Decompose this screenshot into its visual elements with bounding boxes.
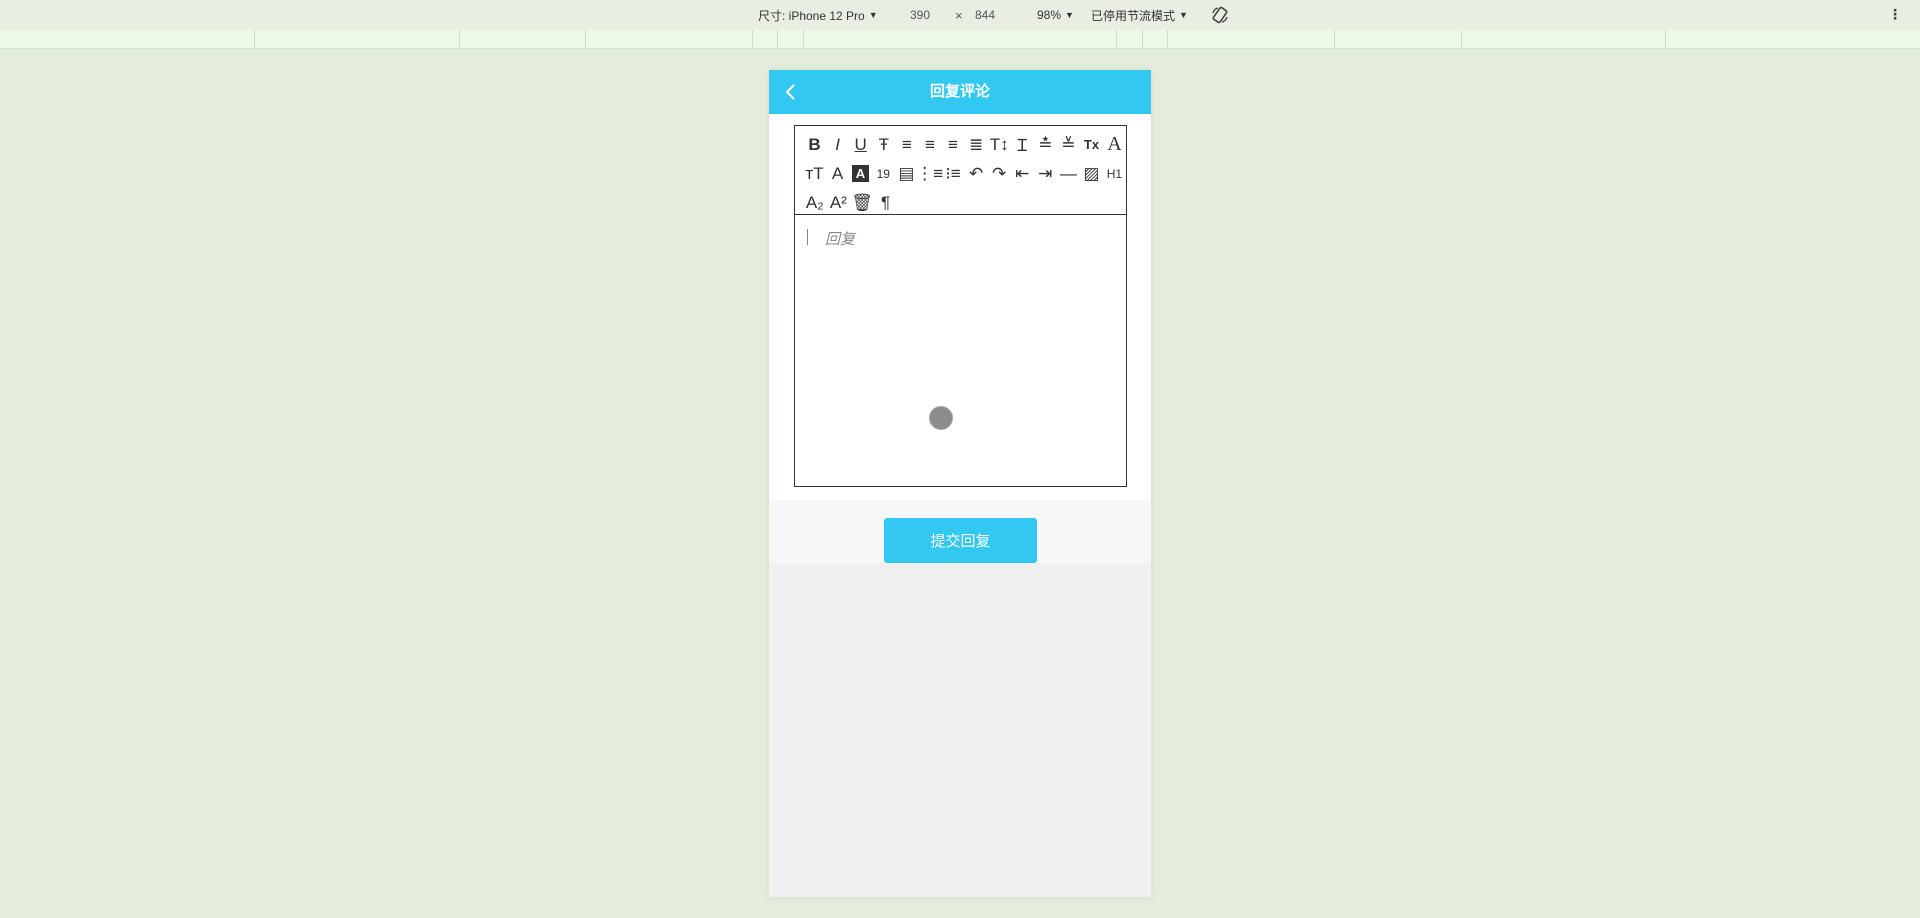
font-icon[interactable]: A xyxy=(1103,132,1126,158)
justify-icon[interactable]: ≣ xyxy=(965,132,988,158)
ruler-tick xyxy=(1461,30,1462,48)
media-query-ruler xyxy=(0,30,1920,49)
background-color-icon[interactable]: A xyxy=(852,165,869,182)
editor-placeholder: 回复 xyxy=(825,231,856,248)
text-cursor xyxy=(807,229,808,245)
outdent-icon[interactable]: ⇤ xyxy=(1011,161,1034,187)
page-title: 回复评论 xyxy=(929,83,990,100)
ruler-tick xyxy=(803,30,804,48)
indent-icon[interactable]: ⇥ xyxy=(1034,161,1057,187)
ruler-tick xyxy=(1665,30,1666,48)
undo-icon[interactable]: ↶ xyxy=(965,161,988,187)
header-bar: 回复评论 xyxy=(769,70,1151,114)
delete-icon[interactable]: 🗑 xyxy=(850,190,874,216)
toolbar-row: тT A A 19 ▤ ⋮≡ ⁝≡ ↶ ↷ ⇤ ⇥ — ▨ H1 xyxy=(803,159,1126,188)
heading-1-icon[interactable]: H1 xyxy=(1103,161,1126,187)
insert-image-icon[interactable]: ▨ xyxy=(1080,161,1103,187)
ruler-tick xyxy=(585,30,586,48)
horizontal-rule-icon[interactable]: — xyxy=(1057,161,1080,187)
throttle-label: 已停用节流模式 xyxy=(1091,8,1176,23)
zoom-label: 98% xyxy=(1037,8,1062,22)
underline-icon[interactable]: U xyxy=(849,132,872,158)
superscript-icon[interactable]: A² xyxy=(827,190,851,216)
ruler-tick xyxy=(1116,30,1117,48)
rich-text-editor: B I U Ŧ ≡ ≡ ≡ ≣ T↕ Ɪ ≛ ≚ Tx AтT A A 19 ▤ ⋮≡ ⁝≡ ↶ ↷ ⇤ ⇥ — ▨ H1 A₂ A² 🗑… xyxy=(794,125,1127,487)
clear-format-icon[interactable]: Tx xyxy=(1080,132,1103,158)
ruler-tick xyxy=(777,30,778,48)
align-center-icon[interactable]: ≡ xyxy=(918,132,941,158)
ruler-tick xyxy=(1142,30,1143,48)
insert-date-icon[interactable]: 19 xyxy=(872,161,895,187)
text-cursor-icon[interactable]: Ɪ xyxy=(1011,132,1034,158)
paragraph-spacing-icon[interactable]: ≚ xyxy=(1057,132,1080,158)
ruler-tick xyxy=(459,30,460,48)
bold-icon[interactable]: B xyxy=(803,132,826,158)
throttle-selector[interactable]: 已停用节流模式 ▼ xyxy=(1091,0,1188,30)
caret-down-icon: ▼ xyxy=(1179,10,1188,20)
font-family-icon[interactable]: тT xyxy=(803,161,826,187)
ruler-tick xyxy=(1334,30,1335,48)
font-color-icon[interactable]: A xyxy=(826,161,849,187)
editor-toolbar: B I U Ŧ ≡ ≡ ≡ ≣ T↕ Ɪ ≛ ≚ Tx AтT A A 19 ▤ ⋮≡ ⁝≡ ↶ ↷ ⇤ ⇥ — ▨ H1 A₂ A² 🗑… xyxy=(795,126,1126,215)
touch-cursor-indicator xyxy=(929,406,953,430)
strikethrough-icon[interactable]: Ŧ xyxy=(872,132,895,158)
zoom-selector[interactable]: 98% ▼ xyxy=(1037,0,1074,30)
insert-time-icon[interactable]: ▤ xyxy=(895,161,918,187)
more-options-icon[interactable]: ⋮ xyxy=(1888,6,1902,23)
toolbar-row: A₂ A² 🗑 ¶ xyxy=(803,188,1126,217)
editor-section: B I U Ŧ ≡ ≡ ≡ ≣ T↕ Ɪ ≛ ≚ Tx AтT A A 19 ▤ ⋮≡ ⁝≡ ↶ ↷ ⇤ ⇥ — ▨ H1 A₂ A² 🗑… xyxy=(769,114,1151,500)
ordered-list-icon[interactable]: ⋮≡ xyxy=(916,161,943,187)
device-selector[interactable]: 尺寸: iPhone 12 Pro ▼ xyxy=(758,0,878,30)
submit-section: 提交回复 xyxy=(769,500,1151,563)
align-left-icon[interactable]: ≡ xyxy=(895,132,918,158)
height-input[interactable]: 844 xyxy=(975,8,995,22)
caret-down-icon: ▼ xyxy=(868,10,878,20)
ruler-tick xyxy=(1167,30,1168,48)
line-height-icon[interactable]: ≛ xyxy=(1034,132,1057,158)
align-right-icon[interactable]: ≡ xyxy=(941,132,964,158)
italic-icon[interactable]: I xyxy=(826,132,849,158)
subscript-icon[interactable]: A₂ xyxy=(803,190,827,216)
caret-down-icon: ▼ xyxy=(1065,10,1074,20)
unordered-list-icon[interactable]: ⁝≡ xyxy=(941,161,964,187)
ruler-tick xyxy=(752,30,753,48)
font-size-icon[interactable]: T↕ xyxy=(988,132,1011,158)
devtools-device-toolbar: 尺寸: iPhone 12 Pro ▼ 390 × 844 98% ▼ 已停用节… xyxy=(0,0,1920,31)
phone-viewport: 回复评论 B I U Ŧ ≡ ≡ ≡ ≣ T↕ Ɪ ≛ ≚ Tx AтT A A 19 ▤ ⋮≡ ⁝≡ ↶ ↷ ⇤ ⇥ — ▨ H1… xyxy=(769,70,1151,897)
redo-icon[interactable]: ↷ xyxy=(988,161,1011,187)
rotate-icon[interactable] xyxy=(1210,5,1230,25)
device-label: 尺寸: iPhone 12 Pro xyxy=(758,8,865,23)
submit-reply-button[interactable]: 提交回复 xyxy=(884,518,1037,563)
toolbar-row: B I U Ŧ ≡ ≡ ≡ ≣ T↕ Ɪ ≛ ≚ Tx A xyxy=(803,130,1126,159)
ruler-tick xyxy=(254,30,255,48)
paragraph-icon[interactable]: ¶ xyxy=(874,190,898,216)
times-symbol: × xyxy=(955,7,963,23)
editor-content[interactable]: 回复 xyxy=(795,216,1126,486)
width-input[interactable]: 390 xyxy=(910,8,930,22)
